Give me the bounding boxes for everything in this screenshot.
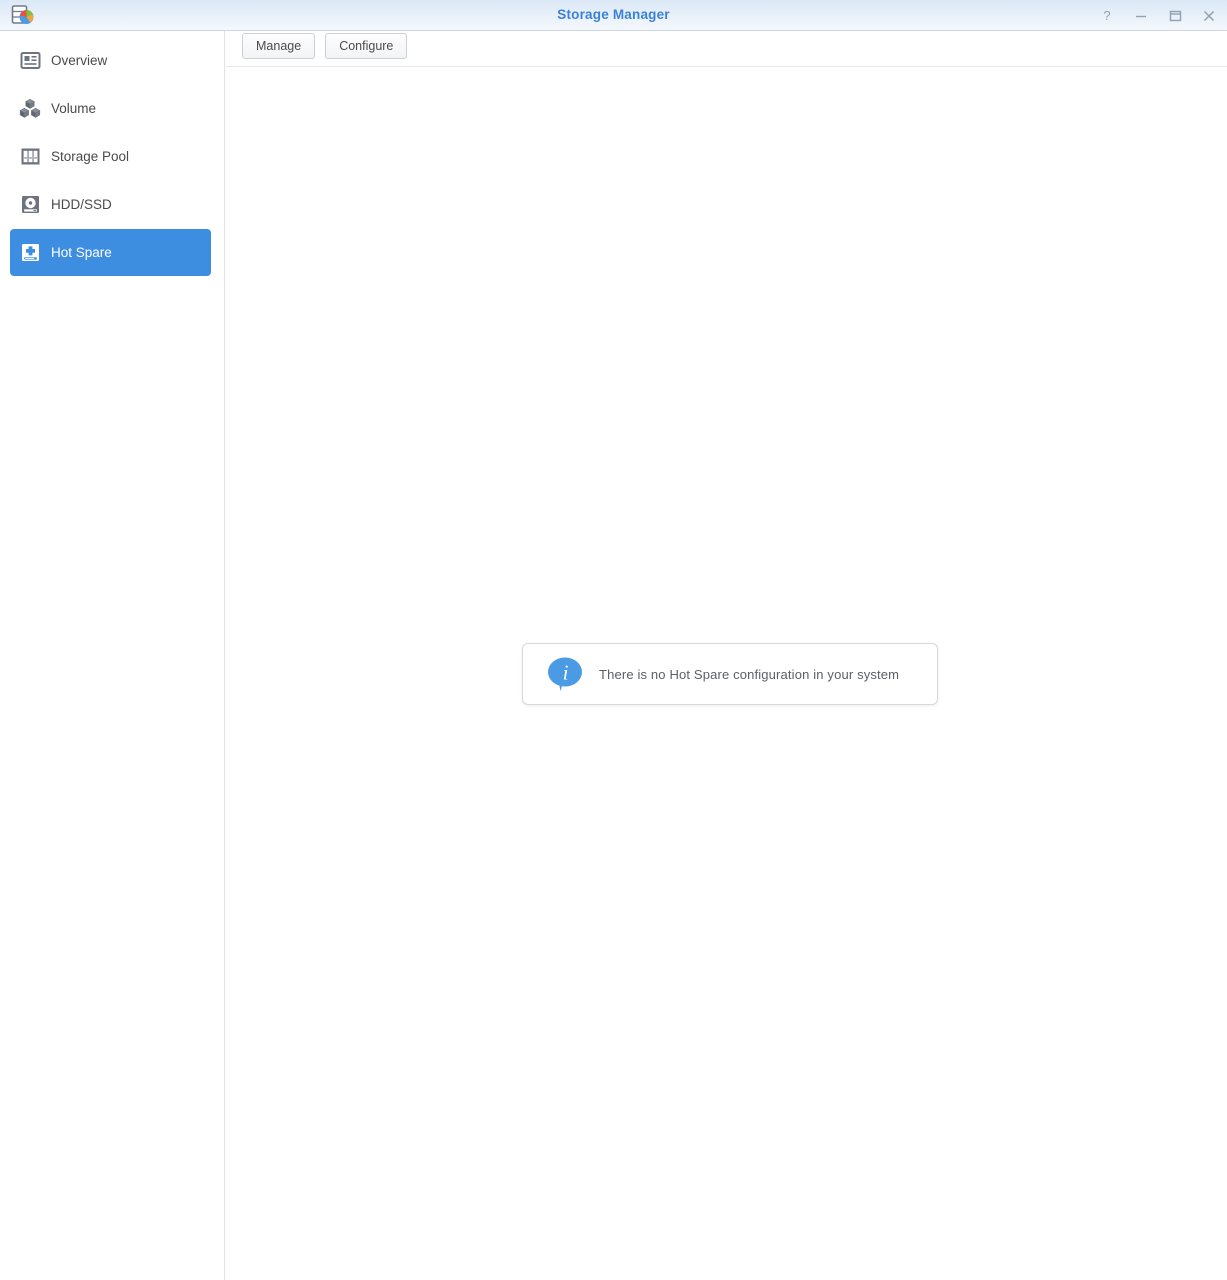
window-titlebar: Storage Manager ? [0,0,1227,31]
maximize-button[interactable] [1167,8,1183,24]
svg-text:?: ? [1103,8,1110,23]
close-button[interactable] [1201,8,1217,24]
empty-state-text: There is no Hot Spare configuration in y… [599,666,900,682]
sidebar-item-hot-spare[interactable]: Hot Spare [10,229,211,276]
sidebar-item-hdd-ssd[interactable]: HDD/SSD [10,181,211,228]
sidebar-item-label: Volume [51,101,97,116]
main-content: Manage Configure i There is no Hot Spare… [226,31,1227,1280]
storage-pool-icon [19,146,41,168]
sidebar-item-label: Overview [51,53,108,68]
sidebar-item-label: Storage Pool [51,149,130,164]
minimize-button[interactable] [1133,8,1149,24]
sidebar-item-label: HDD/SSD [51,197,112,212]
sidebar-navigation: Overview Volume Storage Pool HDD/SSD Hot… [0,31,225,1280]
volume-cubes-icon [19,98,41,120]
hdd-ssd-icon [19,194,41,216]
info-bubble-icon: i [545,655,585,693]
storage-manager-window: Storage Manager ? Overview Volume Storag… [0,0,1227,1280]
sidebar-item-label: Hot Spare [51,245,112,260]
svg-text:i: i [563,661,569,685]
sidebar-item-volume[interactable]: Volume [10,85,211,132]
sidebar-item-storage-pool[interactable]: Storage Pool [10,133,211,180]
hot-spare-icon [19,242,41,264]
help-button[interactable]: ? [1099,8,1115,24]
window-title: Storage Manager [557,7,670,22]
configure-button[interactable]: Configure [325,33,408,59]
content-toolbar: Manage Configure [242,33,408,59]
window-controls: ? [1099,0,1217,31]
sidebar-item-overview[interactable]: Overview [10,37,211,84]
toolbar-divider [226,66,1227,67]
empty-state-message: i There is no Hot Spare configuration in… [522,643,938,705]
overview-icon [19,50,41,72]
manage-button[interactable]: Manage [242,33,316,59]
